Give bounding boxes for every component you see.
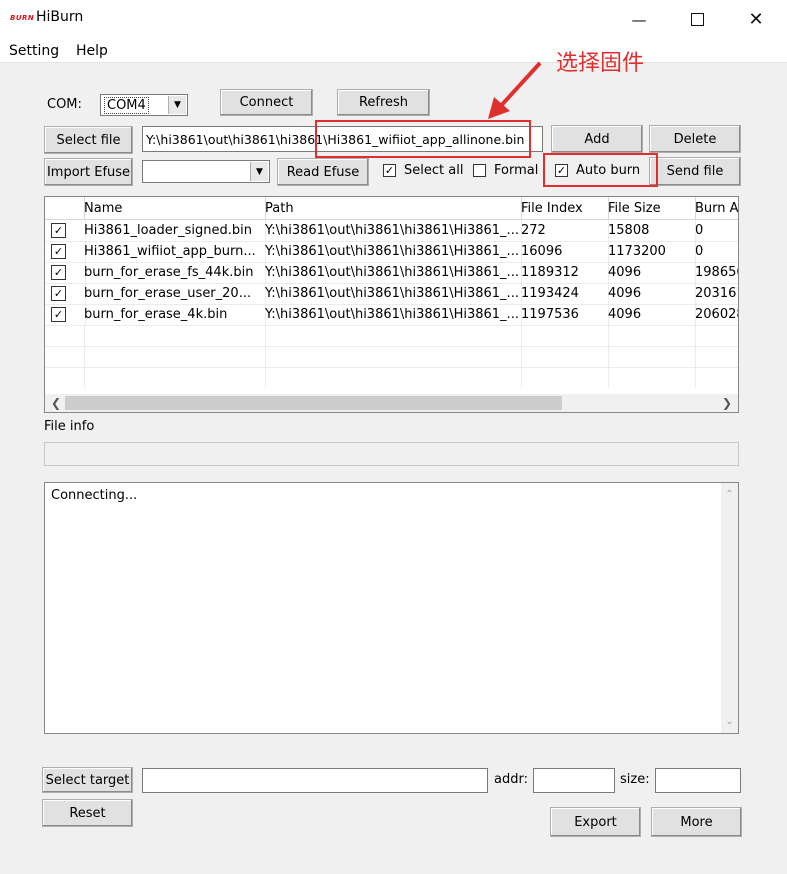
read-efuse-button[interactable]: Read Efuse bbox=[277, 158, 369, 186]
menu-help[interactable]: Help bbox=[76, 43, 108, 59]
cell-name: Hi3861_loader_signed.bin bbox=[79, 220, 266, 241]
scrollbar-thumb[interactable] bbox=[65, 396, 562, 410]
cell-name: Hi3861_wifiiot_app_burn... bbox=[79, 241, 266, 262]
scroll-right-icon[interactable]: ❯ bbox=[718, 394, 736, 412]
header-file-size[interactable]: File Size bbox=[603, 197, 696, 219]
table-row[interactable]: ✓ burn_for_erase_fs_44k.bin Y:\hi3861\ou… bbox=[45, 262, 738, 284]
file-info-bar bbox=[44, 442, 739, 466]
scroll-down-icon[interactable]: ⌄ bbox=[721, 713, 738, 730]
cell-burn: 198656 bbox=[690, 262, 738, 283]
close-icon: ✕ bbox=[748, 9, 764, 30]
file-table[interactable]: Name Path File Index File Size Burn A ✓ … bbox=[44, 196, 739, 413]
row-checkbox[interactable]: ✓ bbox=[51, 307, 66, 322]
cell-index: 16096 bbox=[516, 241, 609, 262]
table-row[interactable]: ✓ burn_for_erase_4k.bin Y:\hi3861\out\hi… bbox=[45, 304, 738, 326]
select-all-label: Select all bbox=[404, 163, 464, 178]
com-select[interactable]: COM4 ▼ bbox=[100, 94, 188, 116]
app-logo: BURN bbox=[10, 14, 35, 22]
title-bar bbox=[0, 0, 787, 39]
maximize-icon bbox=[690, 13, 704, 26]
cell-burn: 0 bbox=[690, 220, 738, 241]
log-text: Connecting... bbox=[51, 488, 138, 503]
table-row[interactable]: ✓ Hi3861_loader_signed.bin Y:\hi3861\out… bbox=[45, 220, 738, 242]
table-row[interactable]: ✓ Hi3861_wifiiot_app_burn... Y:\hi3861\o… bbox=[45, 241, 738, 263]
cell-index: 272 bbox=[516, 220, 609, 241]
cell-name: burn_for_erase_fs_44k.bin bbox=[79, 262, 266, 283]
vertical-scrollbar[interactable]: ⌃ ⌄ bbox=[721, 483, 738, 733]
minimize-button[interactable]: — bbox=[616, 0, 662, 39]
table-row-empty bbox=[45, 367, 738, 388]
chevron-down-icon[interactable]: ▼ bbox=[250, 162, 268, 181]
cell-size: 1173200 bbox=[603, 241, 696, 262]
table-row-empty bbox=[45, 325, 738, 347]
row-checkbox[interactable]: ✓ bbox=[51, 286, 66, 301]
cell-name: burn_for_erase_4k.bin bbox=[79, 304, 266, 325]
addr-input[interactable] bbox=[533, 768, 615, 793]
cell-burn: 0 bbox=[690, 241, 738, 262]
delete-button[interactable]: Delete bbox=[649, 125, 741, 153]
cell-index: 1193424 bbox=[516, 283, 609, 304]
table-row-empty bbox=[45, 346, 738, 368]
horizontal-scrollbar[interactable]: ❮ ❯ bbox=[45, 394, 738, 412]
connect-button[interactable]: Connect bbox=[220, 89, 313, 116]
send-file-button[interactable]: Send file bbox=[649, 157, 741, 186]
cell-size: 4096 bbox=[603, 262, 696, 283]
window-title: HiBurn bbox=[36, 9, 84, 25]
row-checkbox[interactable]: ✓ bbox=[51, 244, 66, 259]
com-value: COM4 bbox=[104, 96, 149, 114]
import-efuse-button[interactable]: Import Efuse bbox=[44, 158, 133, 186]
cell-burn: 203161 bbox=[690, 283, 738, 304]
export-button[interactable]: Export bbox=[550, 807, 641, 837]
row-checkbox[interactable]: ✓ bbox=[51, 265, 66, 280]
row-checkbox[interactable]: ✓ bbox=[51, 223, 66, 238]
more-button[interactable]: More bbox=[651, 807, 742, 837]
log-output[interactable]: Connecting... ⌃ ⌄ bbox=[44, 482, 739, 734]
chevron-down-icon[interactable]: ▼ bbox=[168, 96, 186, 114]
cell-path: Y:\hi3861\out\hi3861\hi3861\Hi3861_... bbox=[260, 241, 522, 262]
select-target-button[interactable]: Select target bbox=[42, 767, 133, 793]
cell-index: 1197536 bbox=[516, 304, 609, 325]
annotation-arrow-icon bbox=[488, 61, 542, 119]
header-file-index[interactable]: File Index bbox=[516, 197, 609, 219]
cell-size: 4096 bbox=[603, 304, 696, 325]
refresh-button[interactable]: Refresh bbox=[337, 89, 430, 116]
cell-size: 4096 bbox=[603, 283, 696, 304]
close-button[interactable]: ✕ bbox=[733, 0, 779, 39]
cell-index: 1189312 bbox=[516, 262, 609, 283]
highlight-auto-burn-box bbox=[543, 153, 658, 187]
addr-label: addr: bbox=[494, 772, 528, 787]
size-label: size: bbox=[620, 772, 650, 787]
com-label: COM: bbox=[47, 97, 82, 112]
formal-label: Formal bbox=[494, 163, 539, 178]
cell-path: Y:\hi3861\out\hi3861\hi3861\Hi3861_... bbox=[260, 262, 522, 283]
cell-path: Y:\hi3861\out\hi3861\hi3861\Hi3861_... bbox=[260, 304, 522, 325]
menu-bar bbox=[0, 39, 787, 63]
cell-name: burn_for_erase_user_20... bbox=[79, 283, 266, 304]
menu-setting[interactable]: Setting bbox=[9, 43, 59, 59]
cell-path: Y:\hi3861\out\hi3861\hi3861\Hi3861_... bbox=[260, 220, 522, 241]
formal-checkbox[interactable] bbox=[473, 164, 486, 177]
target-input[interactable] bbox=[142, 768, 488, 793]
cell-path: Y:\hi3861\out\hi3861\hi3861\Hi3861_... bbox=[260, 283, 522, 304]
add-button[interactable]: Add bbox=[551, 125, 643, 153]
table-header: Name Path File Index File Size Burn A bbox=[45, 197, 738, 220]
cell-burn: 206028 bbox=[690, 304, 738, 325]
header-path[interactable]: Path bbox=[260, 197, 522, 219]
efuse-select[interactable]: ▼ bbox=[142, 160, 270, 183]
maximize-button[interactable] bbox=[674, 0, 720, 39]
select-file-button[interactable]: Select file bbox=[44, 126, 133, 154]
cell-size: 15808 bbox=[603, 220, 696, 241]
scroll-left-icon[interactable]: ❮ bbox=[47, 394, 65, 412]
header-burn-addr[interactable]: Burn A bbox=[690, 197, 738, 219]
size-input[interactable] bbox=[655, 768, 741, 793]
highlight-file-path-box bbox=[315, 120, 531, 158]
header-name[interactable]: Name bbox=[79, 197, 266, 219]
table-row[interactable]: ✓ burn_for_erase_user_20... Y:\hi3861\ou… bbox=[45, 283, 738, 305]
select-all-checkbox[interactable]: ✓ bbox=[383, 164, 396, 177]
scroll-up-icon[interactable]: ⌃ bbox=[721, 486, 738, 503]
file-info-label: File info bbox=[44, 419, 95, 434]
reset-button[interactable]: Reset bbox=[42, 799, 133, 827]
annotation-label: 选择固件 bbox=[556, 51, 645, 76]
minimize-icon: — bbox=[631, 10, 647, 29]
